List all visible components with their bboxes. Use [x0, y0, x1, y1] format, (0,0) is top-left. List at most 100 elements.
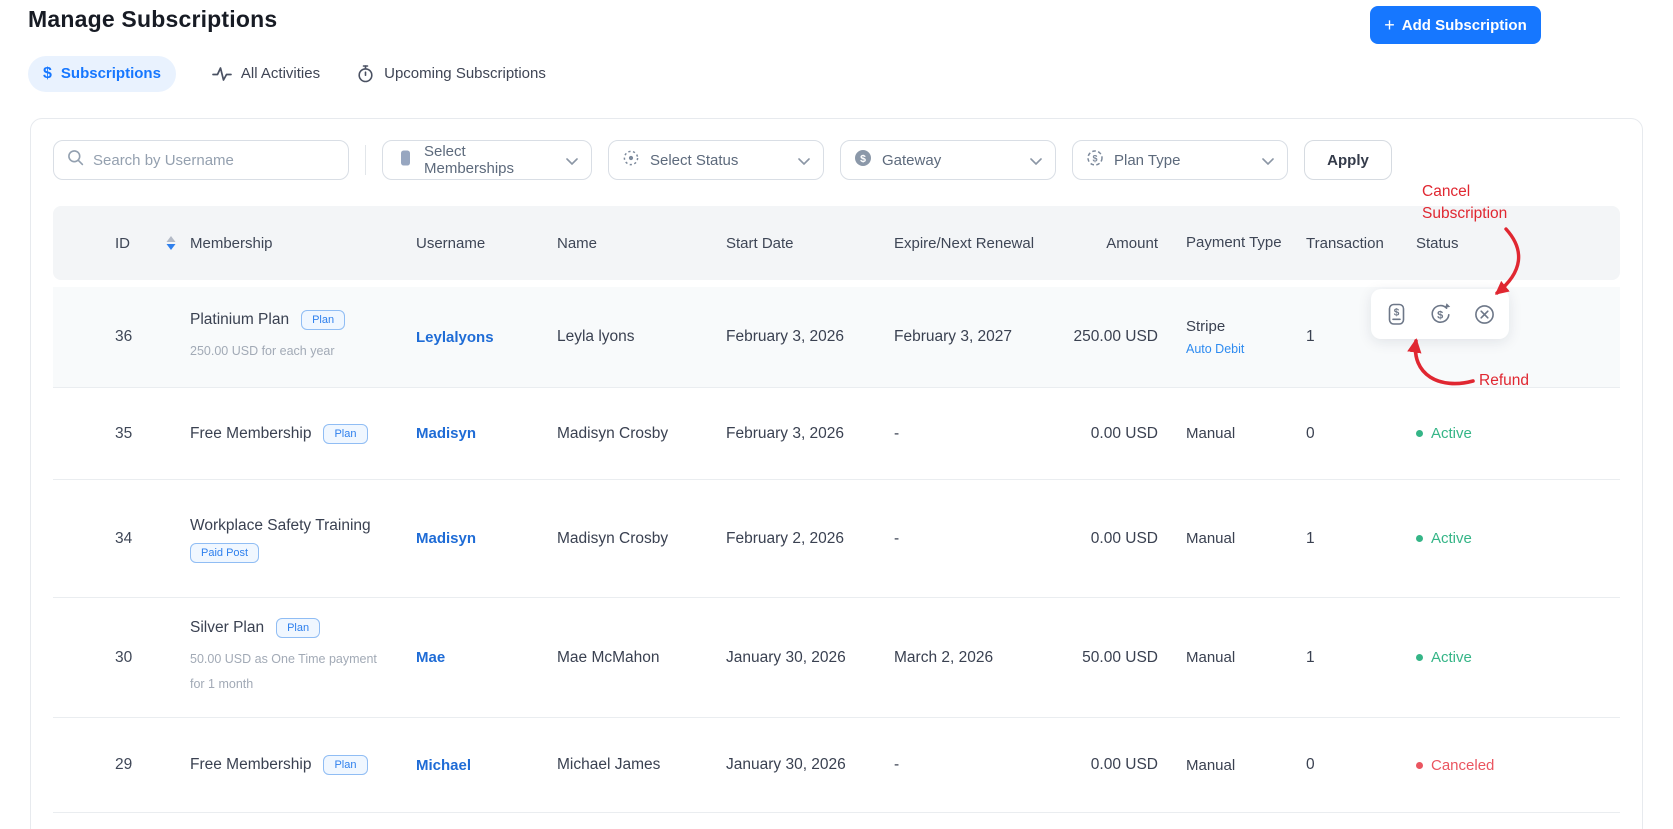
apply-button[interactable]: Apply [1304, 140, 1392, 180]
plan-type-select[interactable]: $ Plan Type [1072, 140, 1288, 180]
search-box [53, 140, 349, 180]
cell-amount: 0.00 USD [1090, 756, 1158, 773]
svg-text:$: $ [860, 153, 866, 165]
column-header-name: Name [557, 234, 598, 252]
memberships-select[interactable]: Select Memberships [382, 140, 592, 180]
cell-start-date: January 30, 2026 [726, 756, 846, 773]
cell-payment-type: Manual [1186, 649, 1236, 666]
cell-id: 36 [115, 328, 133, 345]
cell-expire: February 3, 2027 [894, 328, 1013, 345]
cell-payment-type: Manual [1186, 530, 1236, 547]
username-link[interactable]: Leylalyons [416, 329, 557, 346]
cell-payment-type: Manual [1186, 425, 1236, 442]
column-header-id: ID [53, 235, 190, 252]
refund-button[interactable]: $ [1422, 296, 1458, 332]
tab-bar: $ Subscriptions All Activities Upcoming … [28, 55, 546, 92]
status-dot [1416, 761, 1423, 769]
cell-name: Mae McMahon [557, 648, 660, 666]
username-link[interactable]: Mae [416, 649, 557, 666]
column-header-start-date: Start Date [726, 234, 794, 252]
plan-cycle-icon: $ [1086, 149, 1104, 171]
search-icon [67, 149, 84, 171]
search-input[interactable] [93, 151, 335, 169]
cell-start-date: January 30, 2026 [726, 648, 846, 666]
status-badge: Active [1406, 425, 1620, 442]
column-header-status: Status [1416, 234, 1459, 252]
plan-badge: Plan [276, 618, 321, 638]
status-badge: Active [1406, 649, 1620, 666]
chevron-down-icon [1030, 152, 1042, 169]
gateway-select[interactable]: $ Gateway [840, 140, 1056, 180]
status-dot [1416, 535, 1423, 542]
tab-upcoming-subscriptions-label: Upcoming Subscriptions [384, 65, 546, 82]
tab-all-activities-label: All Activities [240, 65, 321, 82]
column-header-membership: Membership [190, 234, 273, 252]
table-row: 34 Workplace Safety Training Paid Post M… [53, 480, 1620, 598]
payment-gateway: Stripe [1186, 318, 1226, 335]
cell-transaction: 0 [1306, 424, 1315, 442]
svg-text:$: $ [1437, 309, 1443, 321]
username-link[interactable]: Madisyn [416, 425, 557, 442]
add-subscription-button[interactable]: + Add Subscription [1370, 6, 1541, 44]
membership-note: 250.00 USD for each year [190, 344, 335, 358]
cell-name: Madisyn Crosby [557, 529, 669, 547]
status-select[interactable]: Select Status [608, 140, 824, 180]
cell-amount: 50.00 USD [1082, 648, 1158, 666]
plan-type-select-label: Plan Type [1114, 151, 1181, 169]
activity-icon [212, 65, 232, 83]
subscriptions-card: Select Memberships Select Status $ Gatew… [30, 118, 1643, 829]
cell-start-date: February 3, 2026 [726, 328, 845, 345]
refund-annotation: Refund [1479, 372, 1529, 389]
add-subscription-label: Add Subscription [1401, 16, 1527, 34]
status-label: Canceled [1431, 756, 1495, 774]
tab-subscriptions[interactable]: $ Subscriptions [28, 55, 176, 92]
tab-all-activities[interactable]: All Activities [212, 56, 320, 92]
svg-text:$: $ [1393, 307, 1399, 318]
status-dot [1416, 654, 1423, 661]
tab-upcoming-subscriptions[interactable]: Upcoming Subscriptions [356, 55, 546, 92]
payment-note: Auto Debit [1186, 342, 1245, 356]
dollar-icon: $ [43, 64, 52, 82]
plus-icon: + [1384, 15, 1395, 35]
status-badge: Active [1406, 530, 1620, 547]
cell-membership: Silver Plan Plan 50.00 USD as One Time p… [190, 618, 416, 697]
column-header-expire: Expire/Next Renewal [894, 234, 1035, 252]
manage-subscriptions-page: Manage Subscriptions + Add Subscription … [0, 0, 1673, 829]
cell-expire: - [894, 756, 900, 773]
chevron-down-icon [798, 152, 810, 169]
timer-icon [356, 64, 375, 83]
cell-name: Madisyn Crosby [557, 424, 669, 442]
memberships-select-label: Select Memberships [424, 143, 515, 177]
plan-badge: Plan [323, 755, 368, 775]
status-select-label: Select Status [650, 151, 739, 169]
membership-card-icon [396, 149, 414, 171]
page-title: Manage Subscriptions [28, 6, 278, 32]
status-dot [1416, 430, 1423, 437]
table-row: 30 Silver Plan Plan 50.00 USD as One Tim… [53, 598, 1620, 718]
filter-bar: Select Memberships Select Status $ Gatew… [53, 140, 1620, 180]
cancel-subscription-annotation: Cancel Subscription [1422, 183, 1508, 222]
column-header-transaction: Transaction [1306, 234, 1384, 252]
column-header-username: Username [416, 234, 486, 252]
cell-id: 30 [115, 648, 133, 666]
cell-name: Leyla lyons [557, 328, 635, 345]
row-actions: $ $ [1371, 289, 1509, 339]
cancel-subscription-button[interactable] [1466, 296, 1502, 332]
invoice-button[interactable]: $ [1378, 296, 1414, 332]
status-label: Active [1431, 649, 1472, 666]
status-label: Active [1431, 425, 1472, 442]
cell-transaction: 1 [1306, 529, 1315, 547]
cell-amount: 0.00 USD [1090, 529, 1158, 547]
cell-expire: March 2, 2026 [894, 648, 994, 666]
cell-start-date: February 3, 2026 [726, 424, 845, 442]
status-label: Active [1431, 530, 1472, 547]
gateway-select-label: Gateway [882, 151, 942, 169]
sort-icon[interactable] [166, 236, 176, 250]
membership-note: 50.00 USD as One Time payment for 1 mont… [190, 652, 377, 691]
cell-payment-type: Manual [1186, 756, 1236, 774]
cell-start-date: February 2, 2026 [726, 529, 845, 547]
username-link[interactable]: Michael [416, 757, 557, 774]
table-row: 36 Platinium Plan Plan 250.00 USD for ea… [53, 287, 1620, 388]
username-link[interactable]: Madisyn [416, 530, 557, 547]
column-header-payment-type: Payment Type [1186, 233, 1282, 251]
